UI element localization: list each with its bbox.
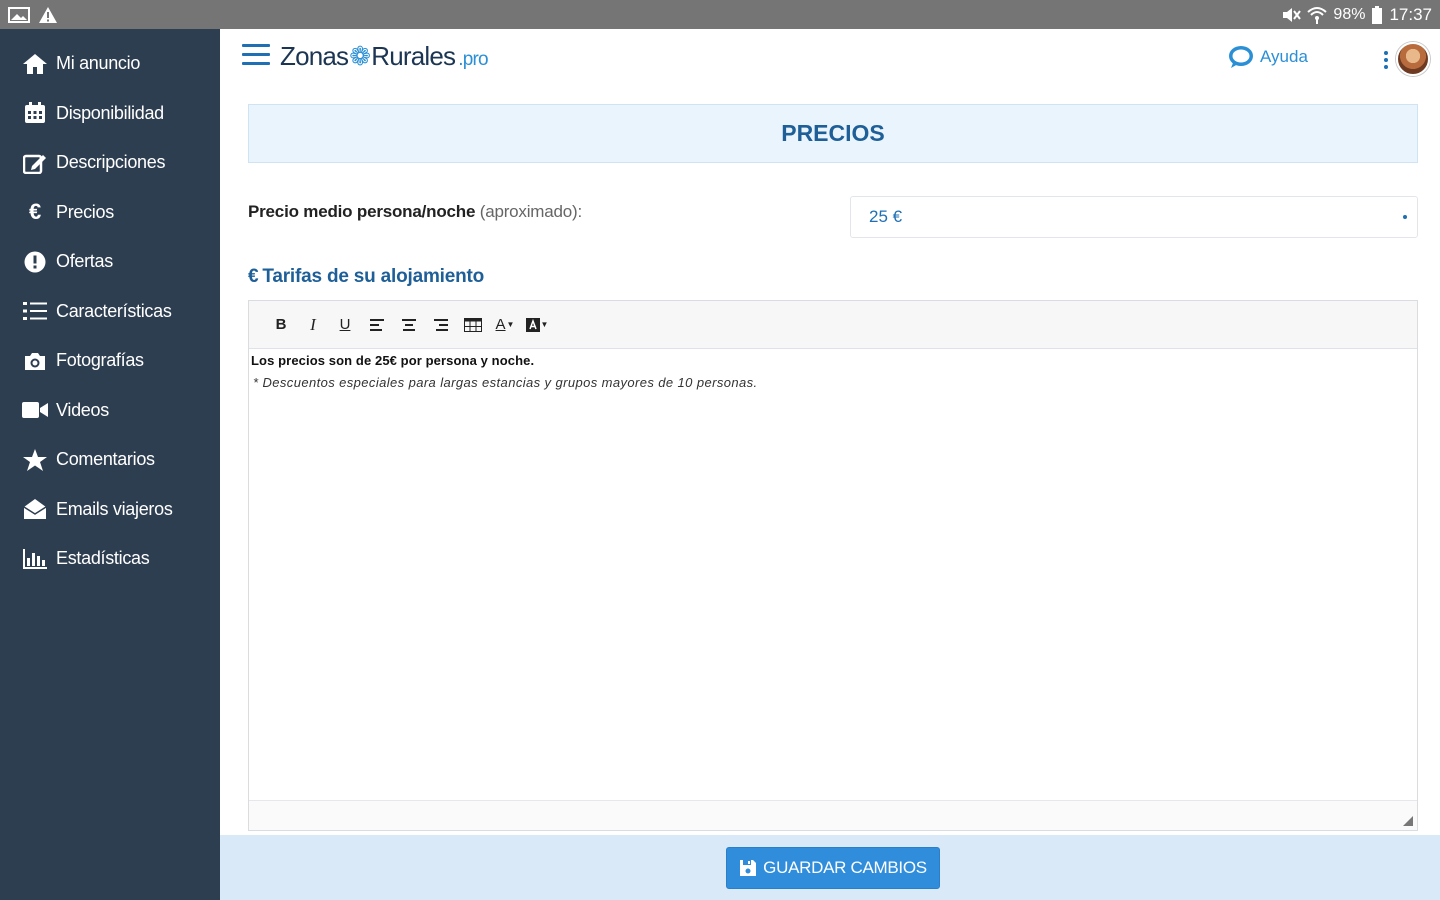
sidebar-item-label: Disponibilidad [56,102,164,123]
logo-text-rurales: Rurales [371,41,456,71]
editor-line: * Descuentos especiales para largas esta… [253,375,758,390]
caret-down-icon: ▼ [506,320,515,329]
price-select-value: 25 € [869,207,903,226]
save-changes-button[interactable]: GUARDAR CAMBIOS [726,847,940,889]
text-color-button[interactable]: A ▼ [489,310,521,340]
italic-button[interactable]: I [297,310,329,340]
align-center-icon [402,318,416,331]
rich-text-editor: B I U A ▼ ▼ Los precios son de 25€ por p… [248,300,1418,831]
sidebar: Mi anuncio Disponibilidad Descripciones … [0,29,220,900]
sidebar-item-precios[interactable]: € Precios [0,188,220,238]
text-color-label: A [495,316,506,333]
align-left-icon [370,318,384,331]
sidebar-item-mi-anuncio[interactable]: Mi anuncio [0,39,220,89]
sidebar-item-label: Estadísticas [56,548,150,569]
table-button[interactable] [457,310,489,340]
background-color-button[interactable]: ▼ [521,310,553,340]
editor-line: Los precios son de 25€ por persona y noc… [251,353,535,368]
underline-button[interactable]: U [329,310,361,340]
logo-text-zonas: Zonas [280,41,349,71]
select-indicator-icon [1403,215,1407,219]
main-content: PRECIOS Precio medio persona/noche (apro… [248,104,1418,831]
bar-chart-icon [22,547,48,571]
floppy-disk-icon [740,860,757,876]
home-icon [22,52,48,76]
avatar[interactable] [1396,42,1430,76]
caret-down-icon: ▼ [540,320,549,329]
top-header: Zonas ❁ Rurales .pro Ayuda [220,29,1440,89]
sidebar-item-descripciones[interactable]: Descripciones [0,138,220,188]
bold-button[interactable]: B [265,310,297,340]
sidebar-item-ofertas[interactable]: Ofertas [0,237,220,287]
page-title: PRECIOS [248,104,1418,163]
tarifas-title-text: Tarifas de su alojamiento [262,266,485,287]
price-label: Precio medio persona/noche (aproximado): [248,202,582,222]
bottom-action-bar: GUARDAR CAMBIOS [220,835,1440,900]
wifi-icon [1307,6,1328,24]
sidebar-item-label: Mi anuncio [56,53,141,74]
logo-suffix: .pro [458,49,488,70]
sidebar-item-emails-viajeros[interactable]: Emails viajeros [0,485,220,535]
editor-content[interactable]: Los precios son de 25€ por persona y noc… [249,349,1417,394]
sidebar-item-videos[interactable]: Videos [0,386,220,436]
sidebar-item-label: Características [56,300,172,321]
sidebar-item-label: Videos [56,399,109,420]
save-button-label: GUARDAR CAMBIOS [763,858,927,877]
table-icon [464,317,482,332]
sidebar-item-caracteristicas[interactable]: Características [0,287,220,337]
align-right-icon [434,318,448,331]
battery-percent: 98% [1333,5,1366,23]
align-right-button[interactable] [425,310,457,340]
tarifas-section-title: € Tarifas de su alojamiento [248,266,484,288]
sidebar-item-comentarios[interactable]: Comentarios [0,435,220,485]
calendar-icon [22,101,48,125]
mute-icon [1281,6,1302,24]
euro-icon: € [248,266,259,287]
battery-icon [1371,5,1383,24]
video-icon [22,398,48,422]
flower-logo-icon: ❁ [349,41,371,71]
euro-icon: € [29,199,41,225]
help-link[interactable]: Ayuda [1228,45,1308,69]
list-icon [22,299,48,323]
gallery-notification-icon [8,6,30,24]
warning-icon [38,6,58,24]
logo[interactable]: Zonas ❁ Rurales .pro [280,41,489,72]
align-center-button[interactable] [393,310,425,340]
sidebar-item-label: Descripciones [56,152,166,173]
clock: 17:37 [1389,4,1432,24]
sidebar-item-label: Fotografías [56,350,144,371]
sidebar-item-label: Ofertas [56,251,113,272]
star-icon [22,448,48,472]
more-options-icon[interactable] [1383,51,1389,71]
camera-icon [22,349,48,373]
resize-handle-icon[interactable] [1403,816,1413,826]
sidebar-item-estadisticas[interactable]: Estadísticas [0,534,220,584]
help-label: Ayuda [1260,47,1308,66]
hamburger-menu-icon[interactable] [242,44,270,68]
sidebar-item-label: Precios [56,201,114,222]
editor-toolbar: B I U A ▼ ▼ [249,301,1417,349]
sidebar-item-label: Emails viajeros [56,498,173,519]
envelope-open-icon [22,497,48,521]
highlight-color-icon [525,317,540,332]
price-label-note: (aproximado): [479,202,583,221]
edit-icon [22,151,48,175]
sidebar-item-label: Comentarios [56,449,155,470]
sidebar-item-fotografias[interactable]: Fotografías [0,336,220,386]
editor-status-bar [249,800,1417,830]
price-label-text: Precio medio persona/noche [248,202,476,221]
sidebar-item-disponibilidad[interactable]: Disponibilidad [0,89,220,139]
alert-circle-icon [22,250,48,274]
price-select[interactable]: 25 € [850,196,1418,238]
status-bar: 98% 17:37 [0,0,1440,29]
chat-bubble-icon [1228,45,1254,69]
align-left-button[interactable] [361,310,393,340]
